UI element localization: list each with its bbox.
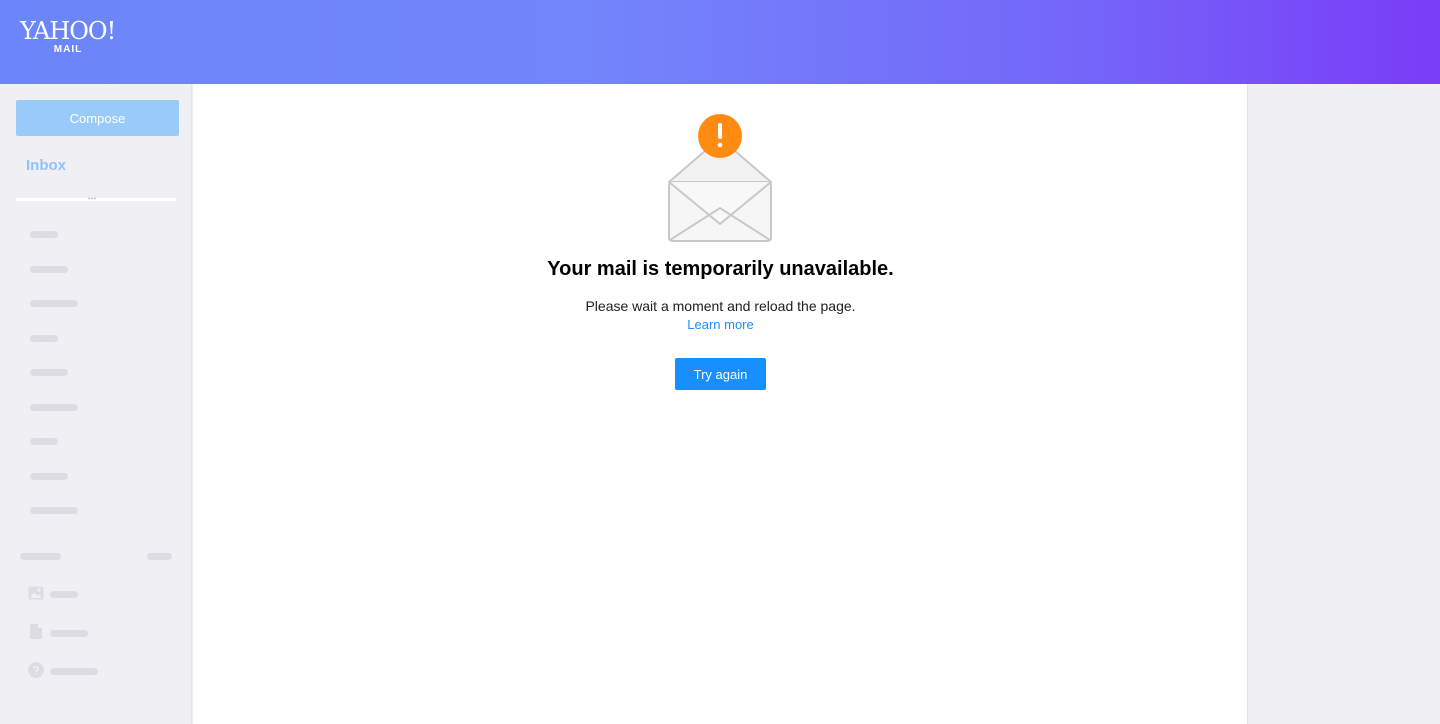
sidebar-item-inbox[interactable]: Inbox [26, 157, 66, 174]
svg-text:?: ? [32, 664, 39, 678]
folder-placeholder [30, 300, 78, 307]
document-icon [30, 624, 42, 639]
folder-placeholder [30, 473, 68, 480]
sidebar: Compose Inbox ... ? [0, 84, 192, 724]
attachment-placeholder [50, 668, 98, 675]
learn-more-link: Learn more [193, 317, 1248, 332]
right-panel [1248, 84, 1440, 724]
attachment-placeholder [50, 630, 88, 637]
compose-button[interactable]: Compose [16, 100, 179, 136]
section-action-placeholder [147, 553, 172, 560]
folder-placeholder [30, 266, 68, 273]
folder-placeholder [30, 369, 68, 376]
app-header: YAHOO! MAIL [0, 0, 1440, 84]
error-message: Please wait a moment and reload the page… [585, 298, 856, 314]
learn-more-link-text[interactable]: Learn more [687, 317, 753, 332]
attachment-placeholder [50, 591, 78, 598]
logo-subtext: MAIL [53, 44, 83, 55]
folder-placeholder [30, 438, 58, 445]
section-header-placeholder [20, 553, 61, 560]
yahoo-mail-logo[interactable]: YAHOO! MAIL [20, 17, 116, 58]
error-title: Your mail is temporarily unavailable. [547, 258, 894, 280]
logo-text: YAHOO! [20, 17, 116, 45]
image-icon [28, 586, 44, 600]
folder-placeholder [30, 404, 78, 411]
folder-placeholder [30, 507, 78, 514]
main-content: Your mail is temporarily unavailable. Pl… [193, 84, 1248, 724]
folder-placeholder [30, 335, 58, 342]
folder-placeholder [30, 231, 58, 238]
try-again-button[interactable]: Try again [675, 358, 766, 390]
help-icon: ? [28, 662, 44, 678]
warning-envelope-icon [668, 114, 772, 242]
more-folders-button[interactable]: ... [85, 189, 99, 203]
